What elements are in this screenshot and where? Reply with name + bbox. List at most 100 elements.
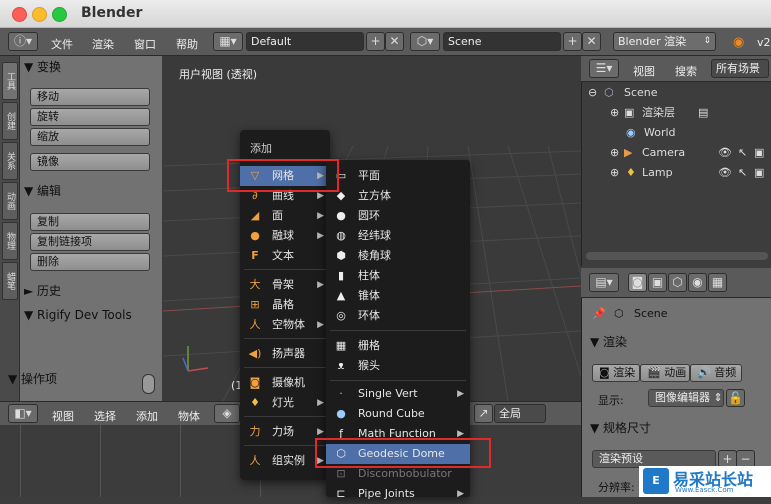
transform-panel-header[interactable]: ▼ 变换 (24, 57, 61, 77)
submenu-item-single-vert[interactable]: · Single Vert ▶ (326, 384, 470, 404)
outliner-row-world[interactable]: ◉ World (582, 123, 771, 143)
panel-scroll-handle[interactable] (142, 374, 155, 394)
layout-field[interactable]: Default (246, 32, 364, 51)
lock-icon[interactable]: 🔓 (726, 389, 745, 407)
selectable-cursor-icon[interactable]: ↖ (738, 143, 747, 163)
dimensions-panel-header[interactable]: ▼ 规格尺寸 (590, 418, 651, 438)
submenu-item-cone[interactable]: ▲ 锥体 (326, 286, 470, 306)
scene-selector-icon[interactable]: ⬡▾ (410, 32, 440, 51)
delete-button[interactable]: 删除 (30, 253, 150, 271)
outliner-display-mode[interactable]: 所有场景 (711, 59, 769, 78)
add-layout-icon[interactable]: + (366, 32, 385, 51)
submenu-item-plane[interactable]: ▭ 平面 (326, 166, 470, 186)
zoom-window-button[interactable] (52, 7, 67, 22)
close-window-button[interactable] (12, 7, 27, 22)
menu-select[interactable]: 选择 (94, 408, 116, 424)
menu-object[interactable]: 物体 (178, 408, 200, 424)
menu-item-surface[interactable]: ◢ 面 ▶ (240, 206, 330, 226)
tab-create[interactable]: 创建 (2, 102, 18, 140)
menu-item-camera[interactable]: ◙ 摄像机 (240, 373, 330, 393)
render-layers-tab-icon[interactable]: ▣ (648, 273, 667, 292)
menu-window[interactable]: 窗口 (134, 36, 156, 52)
submenu-item-cylinder[interactable]: ▮ 柱体 (326, 266, 470, 286)
outliner-row-render-layers[interactable]: ⊕ ▣ 渲染层 ▤ (582, 103, 771, 123)
world-tab-icon[interactable]: ◉ (688, 273, 707, 292)
menu-item-empty[interactable]: 人空物体 ▶ (240, 315, 330, 335)
submenu-item-ico-sphere[interactable]: ⬢ 棱角球 (326, 246, 470, 266)
duplicate-linked-button[interactable]: 复制链接项 (30, 233, 150, 251)
expand-icon[interactable]: ⊕ (610, 163, 619, 183)
add-scene-icon[interactable]: + (563, 32, 582, 51)
menu-item-speaker[interactable]: ◀) 扬声器 (240, 344, 330, 364)
submenu-item-grid[interactable]: ▦ 栅格 (326, 336, 470, 356)
render-engine-select[interactable]: Blender 渲染 ⇕ (613, 32, 716, 51)
remove-scene-icon[interactable]: ✕ (582, 32, 601, 51)
outliner-search-menu[interactable]: 搜索 (675, 63, 697, 79)
menu-item-text[interactable]: F 文本 (240, 246, 330, 266)
editor-type-properties-icon[interactable]: ▤▾ (589, 273, 619, 292)
pin-icon[interactable]: 📌 (592, 307, 606, 320)
duplicate-button[interactable]: 复制 (30, 213, 150, 231)
selectable-cursor-icon[interactable]: ↖ (738, 163, 747, 183)
tab-physics[interactable]: 物理 (2, 222, 18, 260)
visibility-eye-icon[interactable]: 👁 (718, 143, 732, 163)
outliner-view-menu[interactable]: 视图 (633, 63, 655, 79)
render-camera-icon[interactable]: ▣ (754, 163, 764, 183)
render-panel-header[interactable]: ▼ 渲染 (590, 332, 627, 352)
visibility-eye-icon[interactable]: 👁 (718, 163, 732, 183)
operator-panel-header[interactable]: ▼ 操作项 (8, 369, 57, 389)
editor-type-3d-icon[interactable]: ◧▾ (8, 404, 38, 423)
menu-view[interactable]: 视图 (52, 408, 74, 424)
tab-grease-pencil[interactable]: 蜡笔 (2, 262, 18, 300)
render-button[interactable]: ◙ 渲染 (592, 364, 640, 382)
menu-item-metaball[interactable]: ● 融球 ▶ (240, 226, 330, 246)
outliner-row-lamp[interactable]: ⊕ ♦ Lamp 👁 ↖ ▣ (582, 163, 771, 183)
edit-panel-header[interactable]: ▼ 编辑 (24, 181, 61, 201)
menu-file[interactable]: 文件 (51, 36, 73, 52)
tab-tools[interactable]: 工具 (2, 62, 18, 100)
minimize-window-button[interactable] (32, 7, 47, 22)
mirror-button[interactable]: 镜像 (30, 153, 150, 171)
menu-add[interactable]: 添加 (136, 408, 158, 424)
tab-relations[interactable]: 关系 (2, 142, 18, 180)
scale-button[interactable]: 缩放 (30, 128, 150, 146)
expand-icon[interactable]: ⊕ (610, 103, 619, 123)
texture-tab-icon[interactable]: ▦ (708, 273, 727, 292)
rigify-panel-header[interactable]: ▼ Rigify Dev Tools (24, 305, 132, 325)
tab-animation[interactable]: 动画 (2, 182, 18, 220)
submenu-item-uv-sphere[interactable]: ◍ 经纬球 (326, 226, 470, 246)
submenu-item-round-cube[interactable]: ● Round Cube (326, 404, 470, 424)
mode-selector-icon[interactable]: ◈ (214, 404, 240, 423)
animation-button[interactable]: 🎬 动画 (640, 364, 690, 382)
move-button[interactable]: 移动 (30, 88, 150, 106)
display-select[interactable]: 图像编辑器 ⇕ (648, 389, 724, 407)
menu-item-lattice[interactable]: ⊞ 晶格 (240, 295, 330, 315)
scene-tab-icon[interactable]: ⬡ (668, 273, 687, 292)
submenu-item-pipe-joints[interactable]: ⊏ Pipe Joints ▶ (326, 484, 470, 504)
submenu-item-cube[interactable]: ◆ 立方体 (326, 186, 470, 206)
outliner-row-scene[interactable]: ⊖ ⬡ Scene (582, 83, 771, 103)
menu-item-armature[interactable]: 大骨架 ▶ (240, 275, 330, 295)
outliner-row-camera[interactable]: ⊕ ▶ Camera 👁 ↖ ▣ (582, 143, 771, 163)
outliner-scrollbar[interactable] (586, 252, 768, 260)
history-panel-header[interactable]: ► 历史 (24, 281, 61, 301)
expand-icon[interactable]: ⊕ (610, 143, 619, 163)
collapse-icon[interactable]: ⊖ (588, 83, 597, 103)
render-camera-icon[interactable]: ▣ (754, 143, 764, 163)
submenu-item-torus[interactable]: ◎ 环体 (326, 306, 470, 326)
audio-button[interactable]: 🔊 音频 (690, 364, 742, 382)
menu-render[interactable]: 渲染 (92, 36, 114, 52)
submenu-item-monkey[interactable]: ᴥ 猴头 (326, 356, 470, 376)
screen-layout-icon[interactable]: ▦▾ (213, 32, 243, 51)
menu-item-lamp[interactable]: ♦ 灯光 ▶ (240, 393, 330, 413)
rotate-button[interactable]: 旋转 (30, 108, 150, 126)
render-tab-icon[interactable]: ◙ (628, 273, 647, 292)
remove-layout-icon[interactable]: ✕ (385, 32, 404, 51)
editor-type-info-icon[interactable]: ⓘ▾ (8, 32, 38, 51)
scene-field[interactable]: Scene (443, 32, 561, 51)
editor-type-outliner-icon[interactable]: ☰▾ (589, 59, 619, 78)
orientation-select[interactable]: 全局 (494, 404, 546, 423)
menu-help[interactable]: 帮助 (176, 36, 198, 52)
manipulator-icon[interactable]: ↗ (474, 404, 493, 423)
submenu-item-circle[interactable]: ● 圆环 (326, 206, 470, 226)
